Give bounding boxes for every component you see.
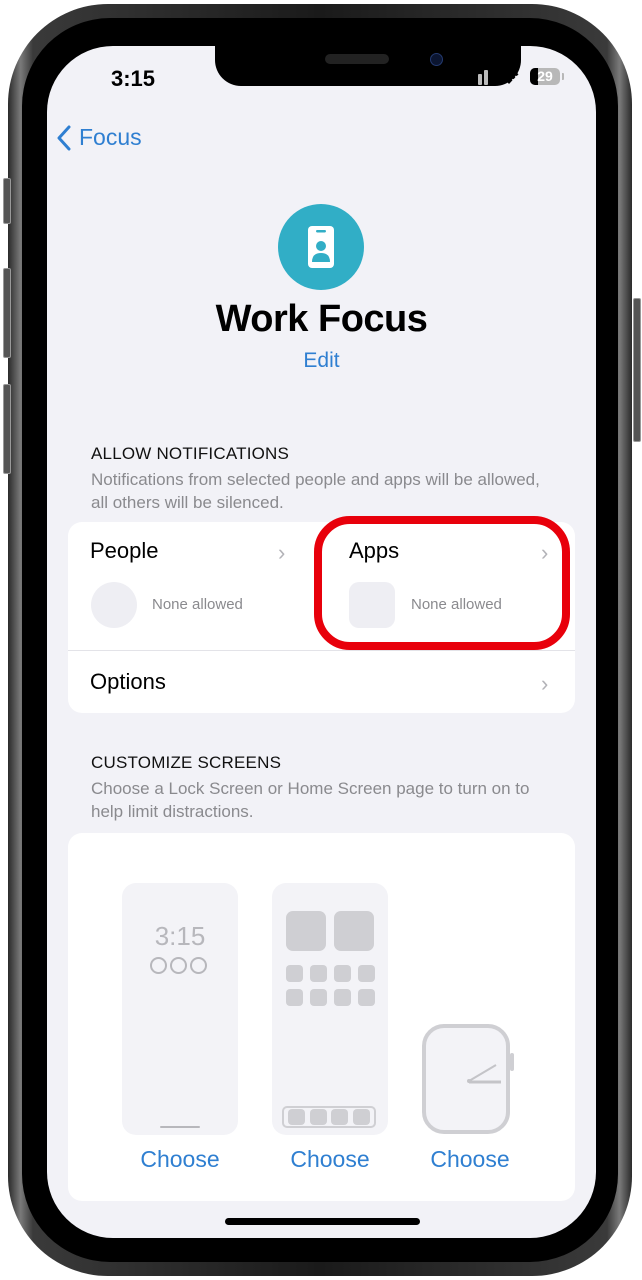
page-title: Work Focus <box>215 298 428 340</box>
person-placeholder <box>91 582 137 628</box>
customize-screens-title: CUSTOMIZE SCREENS <box>91 753 282 772</box>
focus-icon <box>278 204 364 290</box>
widget <box>334 911 374 951</box>
apps-label: Apps <box>349 538 400 563</box>
lock-screen-time: 3:15 <box>154 921 206 951</box>
volume-down-button <box>3 384 11 474</box>
chevron-right-icon: › <box>278 540 286 565</box>
widget-circles <box>150 957 207 974</box>
back-label: Focus <box>79 124 142 150</box>
customize-screens-description: Choose a Lock Screen or Home Screen page… <box>91 779 530 821</box>
options-label: Options <box>90 669 166 694</box>
choose-home-screen-button[interactable]: Choose <box>260 1146 400 1173</box>
screen: 3:15 29 Focus Work Focus Edit ALLOW NOTI… <box>47 46 596 1238</box>
lock-screen-preview[interactable]: 3:15 <box>122 883 238 1135</box>
chevron-right-icon: › <box>541 540 549 565</box>
home-indicator[interactable] <box>225 1218 420 1225</box>
volume-up-button <box>3 268 11 358</box>
status-icons: 29 <box>466 68 564 85</box>
dock <box>282 1106 376 1128</box>
people-label: People <box>90 538 159 563</box>
apps-cell[interactable]: Apps › None allowed <box>327 522 575 650</box>
watch-face-preview[interactable] <box>421 1023 515 1135</box>
people-status: None allowed <box>152 596 243 613</box>
home-bar <box>160 1126 200 1128</box>
edit-button[interactable]: Edit <box>47 349 596 373</box>
status-time: 3:15 <box>111 66 156 91</box>
back-button[interactable]: Focus <box>57 124 142 151</box>
app-icon-grid <box>286 965 375 1006</box>
allow-notifications-title: ALLOW NOTIFICATIONS <box>91 444 290 463</box>
customize-screens-card: 3:15 Choose Choose Choose <box>68 833 575 1201</box>
app-placeholder <box>349 582 395 628</box>
choose-lock-screen-button[interactable]: Choose <box>110 1146 250 1173</box>
apps-status: None allowed <box>411 596 502 613</box>
options-row[interactable]: Options › <box>68 651 575 713</box>
speaker <box>325 54 389 64</box>
wifi-icon <box>499 70 519 84</box>
home-screen-preview[interactable] <box>272 883 388 1135</box>
widget <box>286 911 326 951</box>
allow-notifications-card: People › None allowed Apps › None allowe… <box>68 522 575 713</box>
id-badge-icon <box>308 226 334 268</box>
action-button <box>3 178 11 224</box>
chevron-left-icon <box>57 125 71 150</box>
cellular-signal-icon <box>466 69 488 85</box>
chevron-right-icon: › <box>541 671 549 696</box>
allow-notifications-description: Notifications from selected people and a… <box>91 470 540 512</box>
battery-icon: 29 <box>530 68 564 85</box>
choose-watch-face-button[interactable]: Choose <box>400 1146 540 1173</box>
side-button <box>633 298 641 442</box>
battery-level: 29 <box>537 68 553 84</box>
front-camera <box>430 53 443 66</box>
people-cell[interactable]: People › None allowed <box>68 522 321 650</box>
